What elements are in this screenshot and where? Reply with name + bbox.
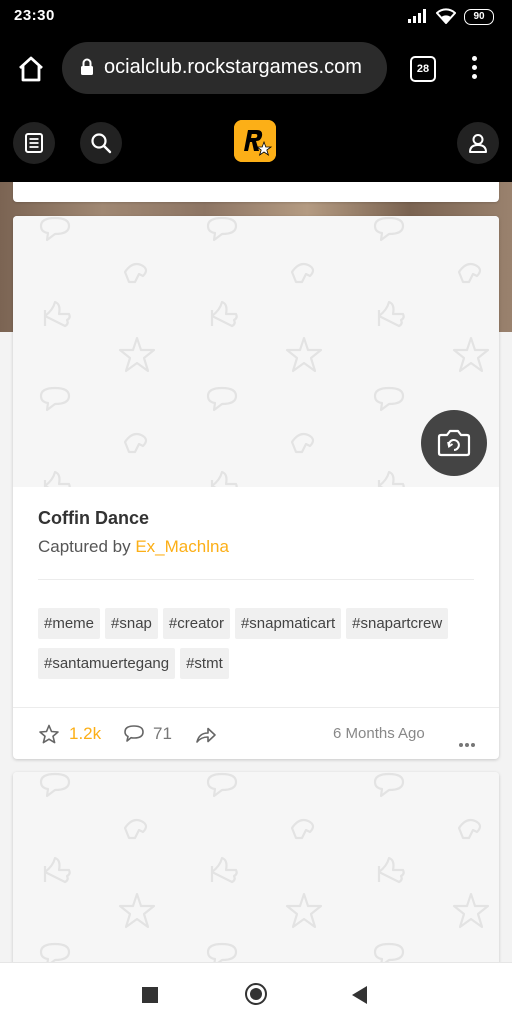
post-actions: 1.2k 71 6 Months Ago <box>13 708 499 759</box>
browser-toolbar: ocialclub.rockstargames.com 28 <box>0 34 512 104</box>
status-time: 23:30 <box>14 7 55 24</box>
camera-rotate-button[interactable] <box>421 410 487 476</box>
lock-icon <box>81 58 93 75</box>
tag[interactable]: #snapartcrew <box>346 608 449 639</box>
like-count[interactable]: 1.2k <box>69 724 101 744</box>
site-header <box>0 104 512 182</box>
rockstar-logo[interactable] <box>234 120 276 162</box>
recents-button[interactable] <box>142 987 158 1003</box>
tag[interactable]: #stmt <box>180 648 229 679</box>
divider <box>38 579 474 580</box>
system-nav-bar <box>0 962 512 1025</box>
star-icon[interactable] <box>39 724 59 744</box>
home-button[interactable] <box>245 983 267 1005</box>
comment-count[interactable]: 71 <box>153 724 172 744</box>
snapmatic-card-next[interactable] <box>13 772 499 962</box>
signal-icon <box>408 9 426 23</box>
tag[interactable]: #creator <box>162 608 230 639</box>
search-icon <box>91 133 112 154</box>
browser-menu-icon[interactable] <box>466 54 482 82</box>
post-title: Coffin Dance <box>38 508 150 528</box>
tag[interactable]: #santamuertegang <box>38 648 176 679</box>
back-button[interactable] <box>352 986 367 1004</box>
snapmatic-card[interactable]: Coffin Dance Captured by Ex_Machlna #mem… <box>13 216 499 759</box>
url-text: ocialclub.rockstargames.com <box>104 56 362 78</box>
status-bar: 23:30 90 <box>0 0 512 34</box>
list-icon <box>25 133 43 153</box>
more-options-icon[interactable] <box>459 734 477 752</box>
user-icon <box>469 134 487 153</box>
comment-icon[interactable] <box>123 724 145 744</box>
tag-list: #meme #snap #creator #snapmaticart #snapartc… <box>38 608 483 688</box>
battery-indicator: 90 <box>464 9 494 25</box>
wifi-icon <box>436 8 456 24</box>
photo-placeholder[interactable] <box>13 772 499 962</box>
account-button[interactable] <box>457 122 499 164</box>
share-icon[interactable] <box>195 726 217 744</box>
photo-placeholder[interactable] <box>13 216 499 487</box>
post-age: 6 Months Ago <box>333 725 425 742</box>
search-button[interactable] <box>80 122 122 164</box>
tab-switcher-button[interactable]: 28 <box>410 56 436 82</box>
captured-label: Captured by <box>38 537 136 556</box>
camera-icon <box>437 429 471 457</box>
address-bar[interactable]: ocialclub.rockstargames.com <box>62 42 387 94</box>
feed-menu-button[interactable] <box>13 122 55 164</box>
tag[interactable]: #meme <box>38 608 101 639</box>
post-info: Coffin Dance Captured by Ex_Machlna <box>38 508 478 557</box>
captured-by: Captured by Ex_Machlna <box>38 537 478 557</box>
previous-card[interactable] <box>13 182 499 202</box>
feed[interactable]: Coffin Dance Captured by Ex_Machlna #mem… <box>0 182 512 962</box>
author-link[interactable]: Ex_Machlna <box>135 537 229 556</box>
home-icon[interactable] <box>16 54 46 84</box>
tag[interactable]: #snapmaticart <box>234 608 342 639</box>
tag[interactable]: #snap <box>105 608 158 639</box>
